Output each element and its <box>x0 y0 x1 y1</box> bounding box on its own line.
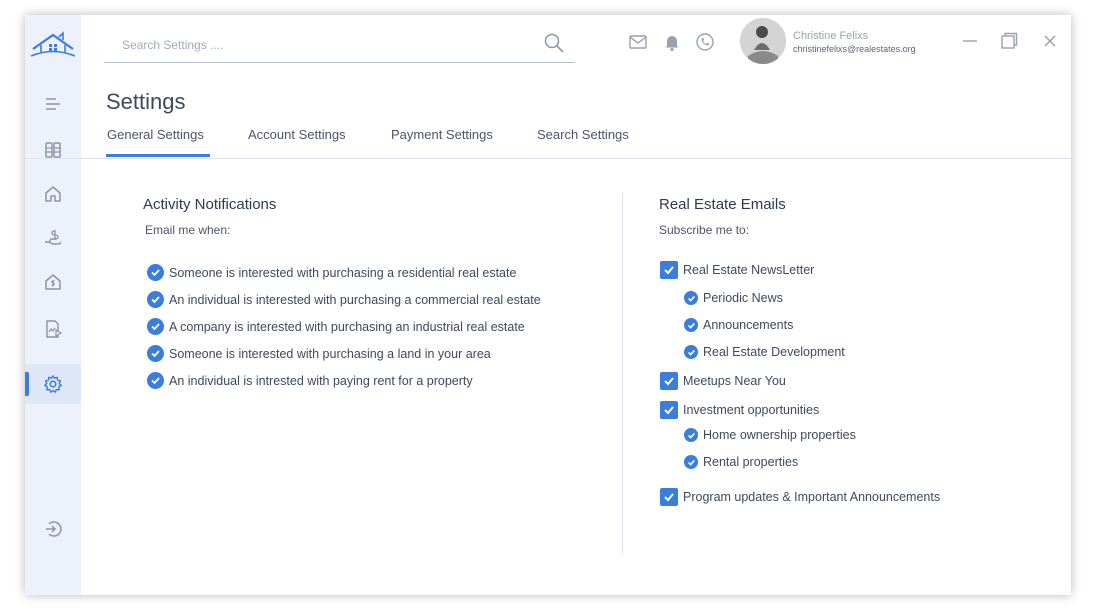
column-divider <box>622 193 623 555</box>
checkbox-checked-icon[interactable] <box>684 428 698 442</box>
minimize-icon[interactable] <box>961 32 979 50</box>
sidebar-item-reports[interactable] <box>25 309 81 349</box>
activity-option-label: An individual is interested with purchas… <box>169 292 541 307</box>
email-sub-option-label: Periodic News <box>703 291 783 305</box>
avatar[interactable] <box>740 18 786 64</box>
email-option-label: Meetups Near You <box>683 374 786 388</box>
email-sub-option[interactable]: Real Estate Development <box>684 345 845 359</box>
email-option[interactable]: Program updates & Important Announcement… <box>660 488 940 506</box>
checkbox-checked-icon[interactable] <box>660 261 678 279</box>
email-sub-option-label: Announcements <box>703 318 794 332</box>
hand-money-icon <box>45 230 62 245</box>
house-dollar-icon <box>45 274 61 290</box>
real-estate-emails-subtitle: Subscribe me to: <box>659 223 750 237</box>
checkbox-checked-icon[interactable] <box>147 372 164 389</box>
home-icon <box>45 186 61 202</box>
report-icon <box>46 320 63 338</box>
checkbox-checked-icon[interactable] <box>660 372 678 390</box>
user-name: Christine Felixs <box>793 30 869 42</box>
email-option-label: Investment opportunities <box>683 403 820 417</box>
gear-icon <box>44 375 62 393</box>
tab-search-settings[interactable]: Search Settings <box>537 127 629 142</box>
page-title: Settings <box>106 89 186 114</box>
activity-option-label: A company is interested with purchasing … <box>169 319 525 334</box>
activity-option-label: Someone is interested with purchasing a … <box>169 346 491 361</box>
email-sub-option-label: Home ownership properties <box>703 428 856 442</box>
activity-option-label: An individual is intrested with paying r… <box>169 373 473 388</box>
email-sub-option-label: Rental properties <box>703 455 799 469</box>
email-sub-option[interactable]: Rental properties <box>684 455 798 469</box>
tab-payment-settings[interactable]: Payment Settings <box>391 127 493 142</box>
sidebar <box>25 15 81 595</box>
user-email: christinefelixs@realestates.org <box>793 44 916 54</box>
email-option[interactable]: Meetups Near You <box>660 372 786 390</box>
email-sub-option-label: Real Estate Development <box>703 345 845 359</box>
app-window: Christine Felixs christinefelixs@realest… <box>25 15 1071 595</box>
activity-notifications-subtitle: Email me when: <box>145 223 231 237</box>
email-sub-option[interactable]: Announcements <box>684 318 793 332</box>
activity-option[interactable]: Someone is interested with purchasing a … <box>147 345 491 362</box>
avatar-photo <box>740 18 786 64</box>
maximize-icon[interactable] <box>1000 32 1018 50</box>
checkbox-checked-icon[interactable] <box>684 291 698 305</box>
tab-general-settings[interactable]: General Settings <box>106 127 210 157</box>
tab-account-settings[interactable]: Account Settings <box>248 127 346 142</box>
close-icon[interactable] <box>1041 32 1059 50</box>
mail-icon[interactable] <box>628 32 648 52</box>
search-input[interactable] <box>104 30 544 60</box>
menu-icon <box>46 98 60 110</box>
sidebar-item-properties[interactable] <box>25 262 81 302</box>
sidebar-item-logout[interactable] <box>25 509 81 549</box>
email-option[interactable]: Real Estate NewsLetter <box>660 261 814 279</box>
bell-icon[interactable] <box>662 32 682 52</box>
sidebar-item-home[interactable] <box>25 174 81 214</box>
activity-option[interactable]: An individual is intrested with paying r… <box>147 372 473 389</box>
real-estate-emails-title: Real Estate Emails <box>659 196 786 213</box>
checkbox-checked-icon[interactable] <box>147 264 164 281</box>
email-option[interactable]: Investment opportunities <box>660 401 819 419</box>
activity-option[interactable]: An individual is interested with purchas… <box>147 291 541 308</box>
checkbox-checked-icon[interactable] <box>147 318 164 335</box>
checkbox-checked-icon[interactable] <box>684 318 698 332</box>
sidebar-item-settings[interactable] <box>25 364 81 404</box>
checkbox-checked-icon[interactable] <box>660 488 678 506</box>
activity-notifications-title: Activity Notifications <box>143 196 277 213</box>
activity-option[interactable]: Someone is interested with purchasing a … <box>147 264 516 281</box>
activity-option[interactable]: A company is interested with purchasing … <box>147 318 525 335</box>
activity-option-label: Someone is interested with purchasing a … <box>169 265 517 280</box>
checkbox-checked-icon[interactable] <box>684 455 698 469</box>
checkbox-checked-icon[interactable] <box>684 345 698 359</box>
search-icon[interactable] <box>543 32 565 54</box>
logo-icon <box>30 31 76 57</box>
phone-icon[interactable] <box>695 32 715 52</box>
settings-tabs: General Settings Account Settings Paymen… <box>25 123 1071 159</box>
checkbox-checked-icon[interactable] <box>147 291 164 308</box>
checkbox-checked-icon[interactable] <box>147 345 164 362</box>
logout-icon <box>46 521 62 537</box>
email-sub-option[interactable]: Periodic News <box>684 291 783 305</box>
email-sub-option[interactable]: Home ownership properties <box>684 428 856 442</box>
sidebar-item-menu[interactable] <box>25 84 81 124</box>
email-option-label: Real Estate NewsLetter <box>683 263 815 277</box>
email-option-label: Program updates & Important Announcement… <box>683 490 941 504</box>
checkbox-checked-icon[interactable] <box>660 401 678 419</box>
search-bar <box>104 30 575 63</box>
sidebar-item-payments[interactable] <box>25 218 81 258</box>
